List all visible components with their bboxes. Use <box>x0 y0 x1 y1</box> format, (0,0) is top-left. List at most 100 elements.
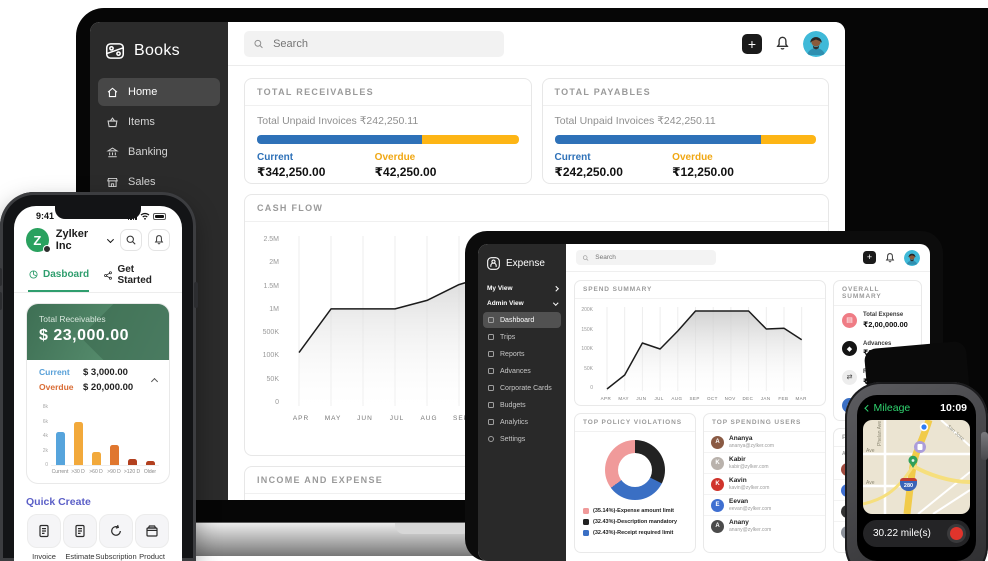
battery-icon <box>153 213 166 220</box>
expense-logo-icon <box>486 256 501 271</box>
tile-invoice[interactable]: Invoice <box>26 514 62 561</box>
phone-power-button[interactable] <box>194 282 198 308</box>
group-my-view[interactable]: My View <box>478 281 566 296</box>
card-title: TOP POLICY VIOLATIONS <box>575 414 695 432</box>
collapse-chevron-icon[interactable] <box>151 378 158 385</box>
current-value: $ 3,000.00 <box>83 367 133 378</box>
stop-record-button[interactable] <box>947 524 966 543</box>
expense-topbar: + <box>566 244 930 272</box>
sidebar-item-dashboard[interactable]: Dashboard <box>483 312 561 328</box>
unpaid-invoices-text: Total Unpaid Invoices ₹242,250.11 <box>555 115 817 127</box>
sidebar-item-label: Home <box>128 86 157 98</box>
analytics-icon <box>488 419 494 425</box>
tile-label: Invoice <box>32 552 56 561</box>
chevron-left-icon <box>865 405 871 411</box>
phone-notifications-button[interactable] <box>148 229 170 251</box>
card-title: TOTAL RECEIVABLES <box>245 79 531 106</box>
search-box[interactable] <box>244 31 504 57</box>
quick-create-tiles: Invoice Estimate Subscription Product <box>14 514 182 561</box>
home-icon <box>106 86 119 99</box>
user-name: Eevan <box>729 498 771 505</box>
watch-title-bar: Mileage 10:09 <box>857 395 976 418</box>
bell-icon[interactable] <box>884 252 896 264</box>
dashboard-pie-icon <box>28 269 39 280</box>
bell-icon <box>153 234 165 246</box>
spend-summary-chart: 200K150K 100K50K 0 <box>575 299 825 393</box>
tile-subscription[interactable]: Subscription <box>98 514 134 561</box>
user-row[interactable]: K Kavinkavin@zylker.com <box>704 474 825 495</box>
sidebar-item-budgets[interactable]: Budgets <box>483 397 561 413</box>
watch-crown[interactable] <box>981 432 988 460</box>
card-title: TOTAL PAYABLES <box>543 79 829 106</box>
quick-create-heading: Quick Create <box>26 496 170 508</box>
aging-bar <box>110 445 119 465</box>
sidebar-item-label: Corporate Cards <box>500 385 552 392</box>
user-avatar[interactable] <box>904 250 920 266</box>
avatar: K <box>711 457 724 470</box>
tile-product[interactable]: Product <box>134 514 170 561</box>
top-spending-users-card: TOP SPENDING USERS A Ananyaananya@zylker… <box>703 413 826 553</box>
avatar: A <box>711 436 724 449</box>
user-email: eevan@zylker.com <box>729 506 771 512</box>
user-email: kavin@zylker.com <box>729 485 769 491</box>
search-input[interactable] <box>271 37 495 51</box>
card-title: OVERALL SUMMARY <box>834 281 921 306</box>
watch-bottom-bar: 30.22 mile(s) <box>863 520 970 547</box>
user-row[interactable]: A Ananyaananya@zylker.com <box>704 432 825 453</box>
tile-estimate[interactable]: Estimate <box>62 514 98 561</box>
user-name: Ananya <box>729 435 774 442</box>
summary-value: ₹2,00,000.00 <box>863 320 908 329</box>
sidebar-item-advances[interactable]: Advances <box>483 363 561 379</box>
legend-swatch <box>583 530 589 536</box>
search-icon <box>125 234 137 246</box>
tab-label: Get Started <box>117 264 168 286</box>
add-new-button[interactable]: + <box>742 34 762 54</box>
receivables-banner: Total Receivables $ 23,000.00 <box>27 304 169 360</box>
reports-icon <box>488 351 494 357</box>
zylker-logo: Z <box>26 228 49 252</box>
sidebar-item-corporate-cards[interactable]: Corporate Cards <box>483 380 561 396</box>
sidebar-item-label: Budgets <box>500 402 526 409</box>
phone-search-button[interactable] <box>120 229 142 251</box>
tab-dashboard[interactable]: Dasboard <box>28 260 89 292</box>
laptop-base-notch <box>395 523 471 534</box>
overdue-label: Overdue <box>375 152 493 163</box>
spend-x-axis: APRMAYJUN JULAUGSEP OCTNOVDEC JANFEBMAR <box>597 396 810 401</box>
group-admin-view[interactable]: Admin View <box>478 296 566 311</box>
user-row[interactable]: A Ananyanany@zylker.com <box>704 516 825 536</box>
sidebar-item-analytics[interactable]: Analytics <box>483 414 561 430</box>
sidebar-item-reports[interactable]: Reports <box>483 346 561 362</box>
total-payables-card: TOTAL PAYABLES Total Unpaid Invoices ₹24… <box>542 78 830 184</box>
sidebar-item-banking[interactable]: Banking <box>98 138 220 166</box>
user-avatar[interactable] <box>803 31 829 57</box>
org-selector[interactable]: Zylker Inc <box>56 228 113 252</box>
aging-bars <box>51 402 159 466</box>
sidebar-item-settings[interactable]: Settings <box>483 431 561 447</box>
sidebar-item-label: Banking <box>128 146 168 158</box>
overdue-label: Overdue <box>39 382 83 393</box>
avatar: A <box>711 520 724 533</box>
user-row[interactable]: E Eevaneevan@zylker.com <box>704 495 825 516</box>
sidebar-item-trips[interactable]: Trips <box>483 329 561 345</box>
aging-bar <box>92 452 101 465</box>
add-new-button[interactable]: + <box>863 251 876 264</box>
user-row[interactable]: K Kabirkabir@zylker.com <box>704 453 825 474</box>
search-input[interactable] <box>593 253 710 262</box>
sidebar-item-home[interactable]: Home <box>98 78 220 106</box>
mileage-back-link[interactable]: Mileage <box>866 402 910 414</box>
search-box[interactable] <box>576 250 716 265</box>
cards-icon <box>488 385 494 391</box>
phone-volume-button[interactable] <box>0 292 2 310</box>
phone-volume-button[interactable] <box>0 268 2 286</box>
summary-label: Advances <box>863 341 902 347</box>
payables-progress-bar <box>555 135 817 144</box>
sidebar-item-items[interactable]: Items <box>98 108 220 136</box>
donut-hole <box>618 453 652 487</box>
aging-y-axis: 8k6k 4k2k 0 <box>37 404 51 468</box>
sidebar-item-label: Reports <box>500 351 525 358</box>
org-name: Zylker Inc <box>56 228 104 252</box>
watch-map[interactable]: Phelan Ave Ave Ave San Jose 280 <box>863 420 970 514</box>
current-bar-segment <box>257 135 422 144</box>
tab-get-started[interactable]: Get Started <box>103 260 168 292</box>
bell-icon[interactable] <box>774 35 791 52</box>
